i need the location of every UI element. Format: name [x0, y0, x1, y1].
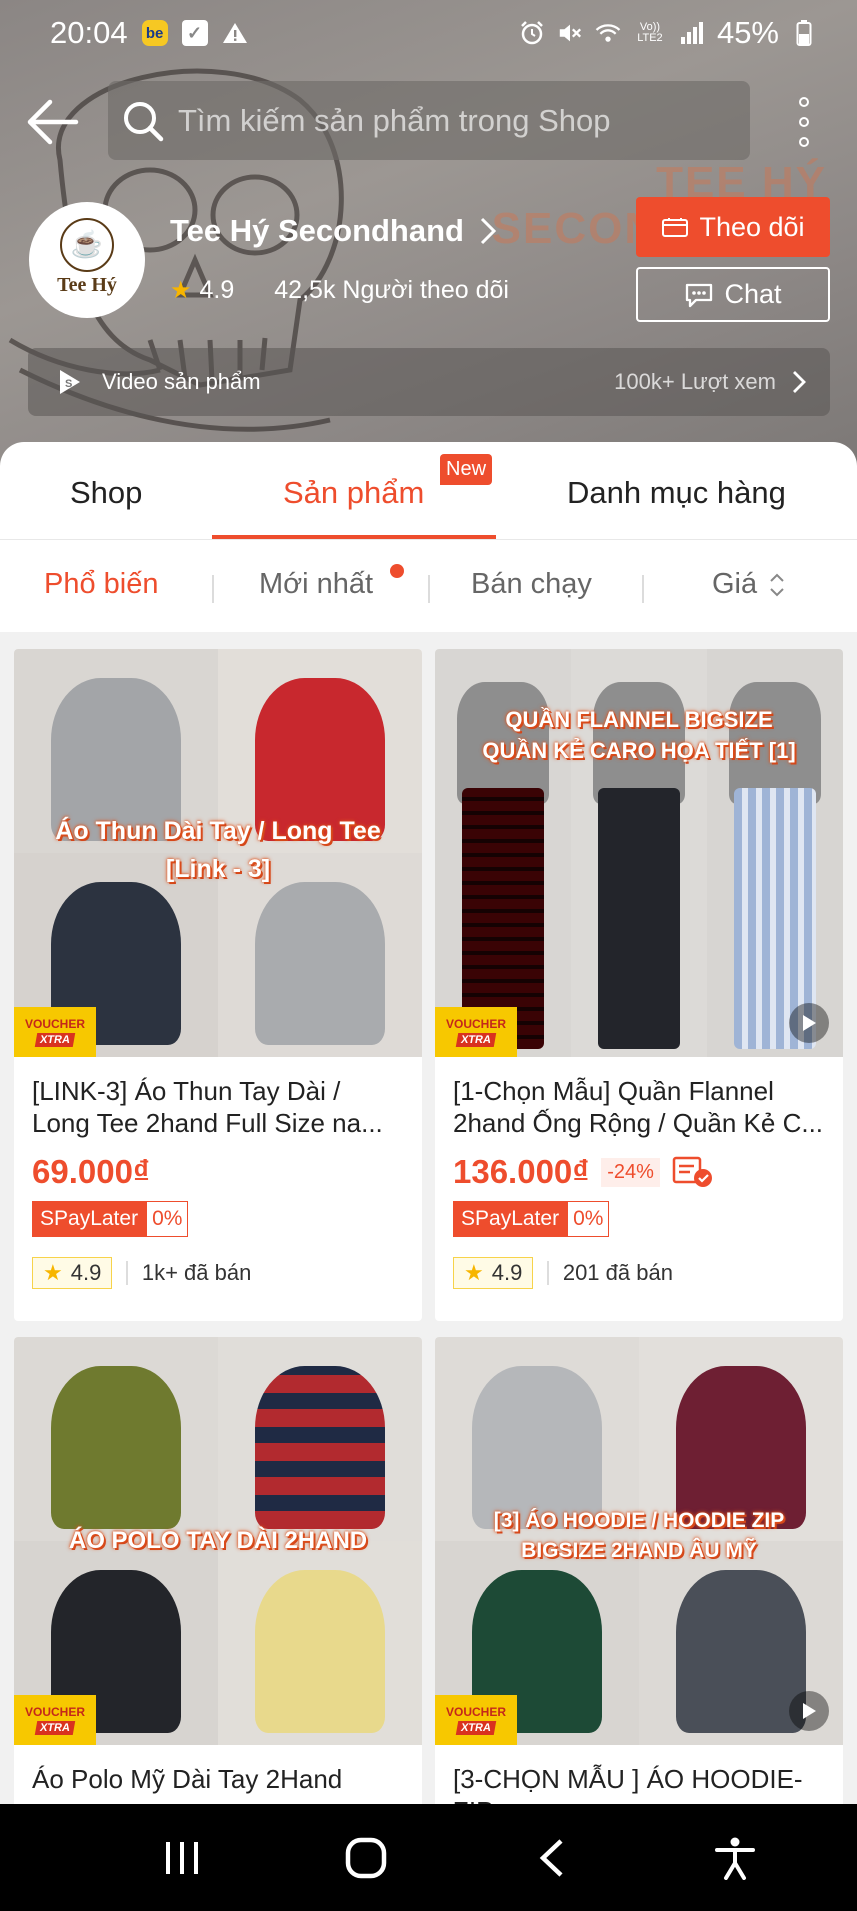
chat-button[interactable]: Chat — [636, 267, 830, 322]
product-rating: ★ 4.9 — [32, 1257, 113, 1289]
follow-label: Theo dõi — [699, 211, 805, 242]
shop-name: Tee Hý Secondhand — [170, 213, 464, 248]
sort-price[interactable]: Giá — [712, 568, 785, 601]
spaylater-badge: SPayLater 0% — [453, 1201, 825, 1237]
shop-stats: ★ 4.9 42,5k Người theo dõi — [170, 276, 509, 305]
search-icon — [124, 101, 164, 141]
shop-tabs-panel: Shop Sản phẩm New Danh mục hàng Phổ biến… — [0, 442, 857, 632]
product-image-caption: QUẦN FLANNEL BIGSIZE — [505, 707, 773, 732]
sort-best-selling[interactable]: Bán chạy — [471, 568, 592, 601]
sort-newest[interactable]: Mới nhất — [259, 568, 373, 601]
status-time: 20:04 — [50, 15, 128, 50]
shop-rating: 4.9 — [199, 276, 235, 304]
product-card[interactable]: Áo Thun Dài Tay / Long Tee [Link - 3] VO… — [14, 649, 422, 1321]
mute-icon — [557, 20, 583, 46]
tab-categories[interactable]: Danh mục hàng — [567, 475, 786, 511]
shop-followers: 42,5k Người theo dõi — [274, 276, 509, 304]
recent-apps-icon[interactable] — [152, 1828, 212, 1888]
star-icon: ★ — [464, 1260, 484, 1285]
shipping-icon — [672, 1156, 712, 1187]
shop-avatar[interactable]: ☕ Tee Hý — [29, 202, 145, 318]
product-image: QUẦN FLANNEL BIGSIZE QUẦN KẺ CARO HỌA TI… — [435, 649, 843, 1057]
tab-divider — [0, 539, 857, 540]
tab-products[interactable]: Sản phẩm — [283, 475, 424, 511]
home-icon[interactable] — [336, 1828, 396, 1888]
sort-arrows-icon — [770, 573, 784, 596]
video-views: 100k+ Lượt xem — [614, 369, 776, 394]
product-sold-count: 201 đã bán — [562, 1260, 673, 1285]
chat-icon — [686, 283, 713, 307]
product-image: [3] ÁO HOODIE / HOODIE ZIP BIGSIZE 2HAND… — [435, 1337, 843, 1745]
product-sold-count: 1k+ đã bán — [141, 1260, 252, 1285]
tab-shop[interactable]: Shop — [70, 475, 142, 511]
product-image-caption: QUẦN KẺ CARO HỌA TIẾT [1] — [482, 738, 796, 763]
video-play-icon[interactable] — [789, 1691, 829, 1731]
voucher-xtra-badge: VOUCHER XTRA — [14, 1007, 96, 1057]
follow-button[interactable]: Theo dõi — [636, 197, 830, 257]
product-image-caption: [Link - 3] — [165, 855, 271, 883]
product-image-caption: BIGSIZE 2HAND ÂU MỸ — [521, 1539, 757, 1562]
shop-name-link[interactable]: Tee Hý Secondhand — [170, 213, 496, 249]
svg-text:S: S — [65, 378, 72, 390]
warning-icon — [222, 20, 248, 46]
spaylater-badge: SPayLater 0% — [32, 1201, 404, 1237]
follow-icon — [662, 218, 689, 237]
product-image-caption: [3] ÁO HOODIE / HOODIE ZIP — [493, 1509, 785, 1532]
voucher-xtra-badge: VOUCHER XTRA — [435, 1695, 517, 1745]
accessibility-icon[interactable] — [705, 1828, 765, 1888]
back-button[interactable] — [26, 92, 80, 152]
status-bar: 20:04 be ✓ Vo)) LTE2 45% — [0, 0, 857, 66]
shop-search-bar[interactable] — [108, 81, 750, 160]
more-options-icon[interactable] — [786, 94, 822, 150]
video-label: Video sản phẩm — [102, 369, 261, 394]
alarm-icon — [519, 20, 545, 46]
star-icon: ★ — [43, 1260, 63, 1285]
product-video-bar[interactable]: S Video sản phẩm 100k+ Lượt xem — [28, 348, 830, 416]
video-play-icon[interactable] — [789, 1003, 829, 1043]
product-card[interactable]: ÁO POLO TAY DÀI 2HAND VOUCHER XTRA Áo Pol… — [14, 1337, 422, 1804]
product-image: ÁO POLO TAY DÀI 2HAND VOUCHER XTRA — [14, 1337, 422, 1745]
product-image: Áo Thun Dài Tay / Long Tee [Link - 3] VO… — [14, 649, 422, 1057]
voucher-xtra-badge: VOUCHER XTRA — [14, 1695, 96, 1745]
product-title: [1-Chọn Mẫu] Quần Flannel 2hand Ống Rộng… — [453, 1076, 824, 1138]
sort-popular[interactable]: Phổ biến — [44, 568, 159, 601]
product-title: [LINK-3] Áo Thun Tay Dài / Long Tee 2han… — [32, 1076, 383, 1138]
new-badge: New — [440, 454, 493, 485]
product-title: [3-CHỌN MẪU ] ÁO HOODIE-ZIP — [453, 1764, 803, 1804]
voucher-xtra-badge: VOUCHER XTRA — [435, 1007, 517, 1057]
signal-icon — [679, 20, 705, 46]
wifi-icon — [595, 20, 621, 46]
product-grid: Áo Thun Dài Tay / Long Tee [Link - 3] VO… — [0, 632, 857, 1804]
product-image-caption: ÁO POLO TAY DÀI 2HAND — [68, 1527, 368, 1554]
video-play-icon: S — [60, 370, 80, 394]
product-title: Áo Polo Mỹ Dài Tay 2Hand — [32, 1764, 343, 1794]
arrow-left-icon — [27, 99, 79, 145]
product-price: 69.000₫ — [32, 1153, 150, 1190]
system-navigation-bar — [0, 1804, 857, 1911]
product-image-caption: Áo Thun Dài Tay / Long Tee — [55, 817, 381, 845]
discount-badge: -24% — [601, 1157, 660, 1187]
chevron-right-icon — [793, 371, 806, 393]
checkbox-icon: ✓ — [181, 20, 208, 46]
product-card[interactable]: QUẦN FLANNEL BIGSIZE QUẦN KẺ CARO HỌA TI… — [435, 649, 843, 1321]
star-icon: ★ — [170, 277, 192, 304]
search-input[interactable] — [178, 102, 738, 139]
volte-icon: Vo)) LTE2 — [637, 21, 663, 44]
sort-divider — [428, 575, 430, 603]
sort-divider — [212, 575, 214, 603]
battery-percent: 45% — [716, 15, 779, 50]
shop-logo-mark-icon: ☕ — [60, 217, 114, 272]
chat-label: Chat — [724, 279, 782, 309]
new-dot-indicator — [390, 564, 404, 578]
battery-icon — [791, 20, 817, 46]
product-rating: ★ 4.9 — [453, 1257, 534, 1289]
sort-price-label: Giá — [712, 568, 758, 600]
product-card[interactable]: [3] ÁO HOODIE / HOODIE ZIP BIGSIZE 2HAND… — [435, 1337, 843, 1804]
be-app-icon: be — [141, 20, 168, 46]
sort-divider — [642, 575, 644, 603]
back-icon[interactable] — [521, 1828, 581, 1888]
shop-logo-text: Tee Hý — [57, 273, 117, 296]
chevron-right-icon — [480, 217, 496, 245]
product-price: 136.000₫ — [453, 1153, 590, 1190]
